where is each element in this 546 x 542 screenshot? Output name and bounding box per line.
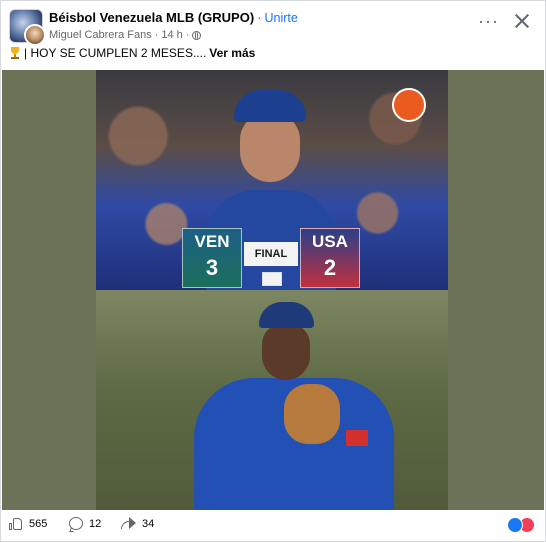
player-with-glove	[184, 302, 404, 510]
photo-celebration: VEN 3 FINAL USA 2	[96, 70, 448, 290]
post-meta: Miguel Cabrera Fans · 14 h ·	[49, 29, 202, 41]
like-count: 565	[29, 518, 48, 530]
join-group-link[interactable]: Unirte	[265, 11, 298, 25]
close-icon[interactable]	[513, 12, 531, 30]
bases-diamond-icon	[262, 272, 282, 286]
post-media[interactable]: VEN 3 FINAL USA 2	[2, 70, 544, 510]
channel-logo	[392, 88, 426, 122]
share-icon	[121, 517, 136, 530]
baseball-glove	[284, 384, 340, 444]
like-icon	[9, 517, 23, 531]
team-right-score: 2	[323, 255, 337, 280]
globe-icon	[192, 30, 202, 40]
post-card: Béisbol Venezuela MLB (GRUPO) · Unirte Mig…	[0, 0, 546, 542]
post-actions: 565 12 34	[9, 515, 537, 535]
more-options-button[interactable]: ···	[478, 12, 499, 30]
trophy-icon	[9, 47, 21, 59]
team-right-abbr: USA	[312, 232, 348, 251]
share-count: 34	[142, 517, 155, 530]
author-name-link[interactable]: Miguel Cabrera Fans	[49, 29, 152, 41]
team-left-box: VEN 3	[182, 228, 242, 288]
separator-dot: ·	[185, 29, 190, 41]
game-status: FINAL	[244, 242, 298, 266]
group-avatar[interactable]	[9, 9, 46, 46]
photo-player-glove	[96, 290, 448, 510]
like-button[interactable]: 565	[9, 517, 47, 531]
share-button[interactable]: 34	[121, 517, 154, 530]
comment-icon	[69, 517, 83, 530]
post-header: Béisbol Venezuela MLB (GRUPO) · Unirte Mig…	[9, 9, 535, 46]
comment-count: 12	[89, 517, 102, 530]
like-reaction-icon	[507, 517, 523, 533]
separator-dot: ·	[257, 10, 262, 25]
group-name-link[interactable]: Béisbol Venezuela MLB (GRUPO)	[49, 10, 254, 25]
comment-button[interactable]: 12	[69, 517, 101, 530]
group-name-line: Béisbol Venezuela MLB (GRUPO) · Unirte	[49, 10, 298, 25]
team-left-abbr: VEN	[194, 232, 230, 251]
post-caption: | HOY SE CUMPLEN 2 MESES.... Ver más	[9, 46, 255, 60]
post-time-link[interactable]: 14 h	[161, 29, 182, 41]
caption-text: | HOY SE CUMPLEN 2 MESES....	[24, 46, 207, 60]
reaction-summary[interactable]	[507, 517, 535, 533]
team-right-box: USA 2	[300, 228, 360, 288]
separator-dot: ·	[154, 29, 159, 41]
see-more-link[interactable]: Ver más	[209, 46, 255, 60]
scoreboard: VEN 3 FINAL USA 2	[182, 228, 360, 288]
team-left-score: 3	[205, 255, 219, 280]
author-avatar[interactable]	[24, 24, 46, 46]
